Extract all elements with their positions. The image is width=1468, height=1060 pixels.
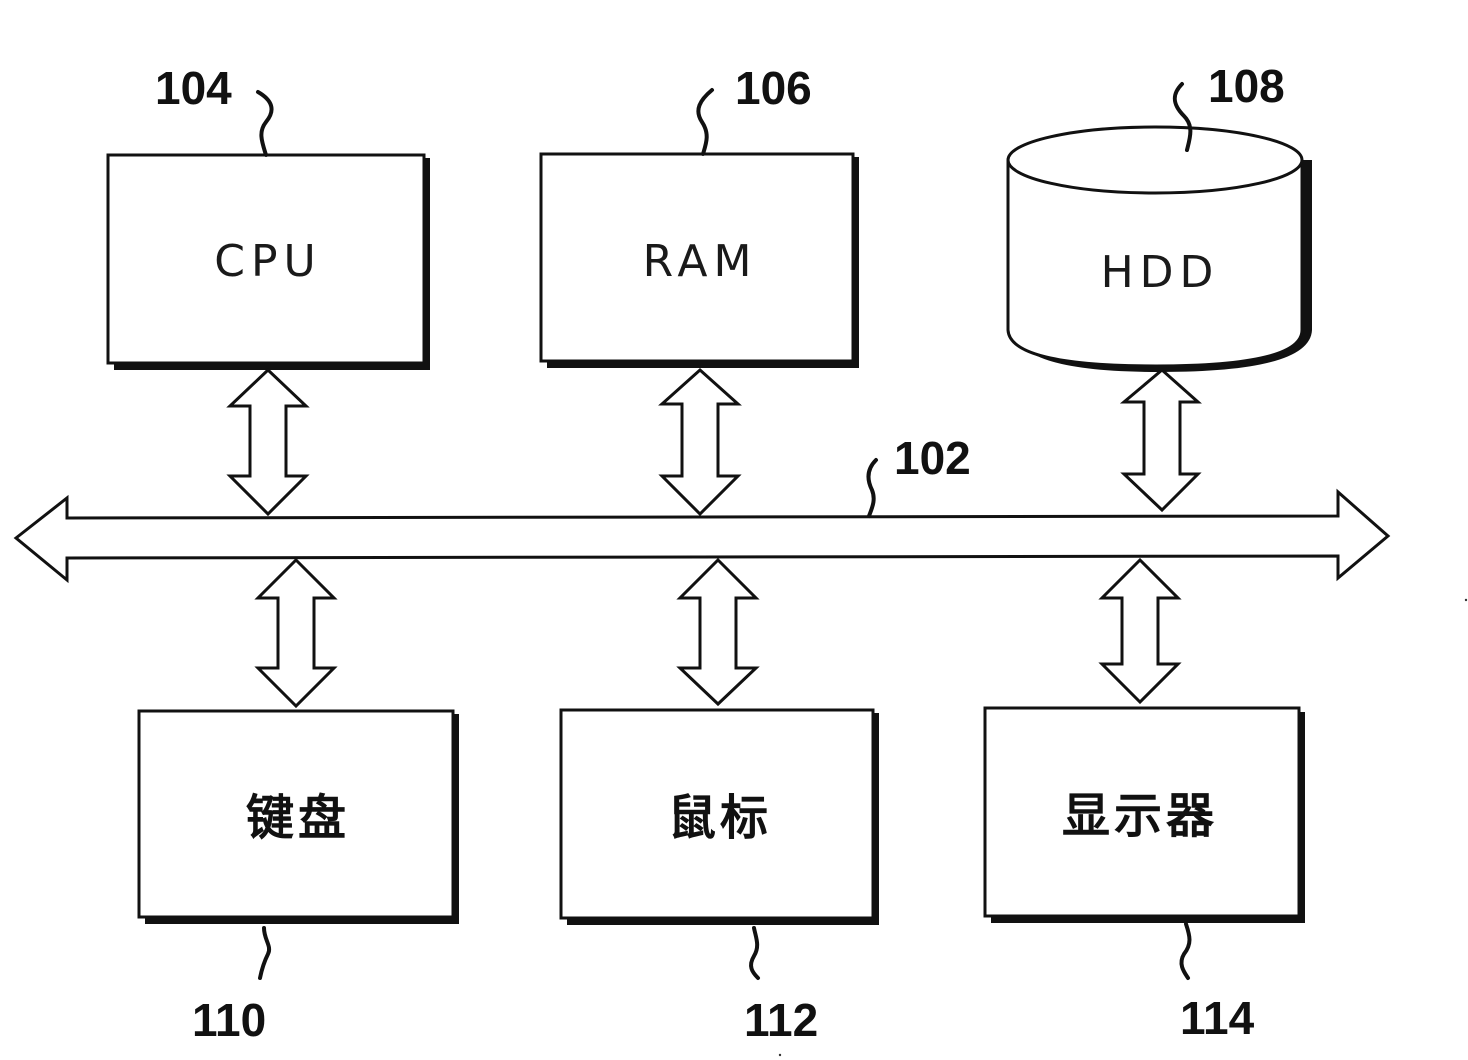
keyboard-ref-number: 110 [192,994,266,1046]
scan-dot [778,1053,782,1057]
cpu-label: CPU [214,236,321,287]
bus-display-arrow [1098,557,1182,705]
hdd-block: HDD [1006,125,1312,372]
display-ref-number: 114 [1180,992,1255,1044]
display-block: 显示器 [983,706,1305,923]
hdd-bus-arrow [1119,368,1202,513]
ram-label: RAM [643,236,758,287]
bus-ref-number: 102 [894,432,971,484]
keyboard-block: 键盘 [137,709,459,924]
bus-leader-line [866,458,878,518]
keyboard-label: 键盘 [246,790,350,846]
mouse-ref-number: 112 [744,994,818,1046]
keyboard-leader-line [258,926,272,980]
ram-bus-arrow [658,367,742,517]
bus-keyboard-arrow [254,557,338,709]
mouse-label: 鼠标 [668,790,772,846]
mouse-block: 鼠标 [559,708,879,925]
cpu-leader-line [256,90,274,157]
mouse-leader-line [749,926,760,980]
hdd-ref-number: 108 [1208,60,1285,112]
hdd-top [1006,125,1304,195]
ram-block: RAM [539,152,859,368]
scan-dot [1464,598,1468,602]
block-diagram: CPU 104 RAM 106 HDD 108 102 键盘 110 鼠标 11… [13,60,1468,1057]
display-leader-line [1179,922,1192,980]
cpu-ref-number: 104 [155,62,232,114]
display-label: 显示器 [1062,788,1218,844]
cpu-bus-arrow [226,367,310,517]
ram-leader-line [696,88,714,156]
hdd-label: HDD [1101,247,1220,298]
ram-ref-number: 106 [735,62,812,114]
cpu-block: CPU [106,153,430,370]
bus-mouse-arrow [676,557,760,707]
